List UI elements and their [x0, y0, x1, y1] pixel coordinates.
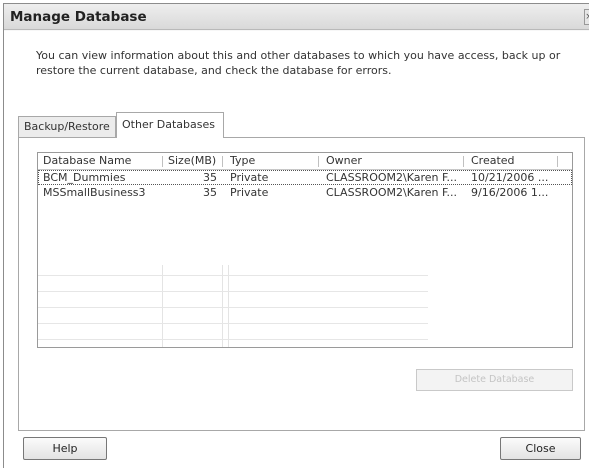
description-text: You can view information about this and … [36, 49, 561, 77]
help-button[interactable]: Help [23, 437, 107, 460]
column-divider [162, 156, 163, 167]
grid-line [38, 323, 428, 324]
other-databases-panel: Database Name Size(MB) Type Owner Create… [18, 138, 585, 431]
grid-line [38, 275, 428, 276]
column-divider [557, 156, 558, 167]
cell-owner: CLASSROOM2\Karen F... [326, 186, 458, 199]
column-divider [318, 156, 319, 167]
close-icon[interactable]: × [584, 9, 589, 25]
column-header-type[interactable]: Type [230, 153, 290, 168]
grid-line [222, 265, 223, 347]
tab-backup-restore[interactable]: Backup/Restore [18, 116, 116, 138]
column-divider [222, 156, 223, 167]
dialog-title: Manage Database [10, 9, 147, 25]
table-row[interactable]: MSSmallBusiness3 35 Private CLASSROOM2\K… [38, 185, 572, 200]
delete-database-button[interactable]: Delete Database [416, 369, 573, 391]
cell-size: 35 [203, 171, 217, 184]
cell-owner: CLASSROOM2\Karen F... [326, 171, 458, 184]
databases-list[interactable]: Database Name Size(MB) Type Owner Create… [37, 152, 573, 348]
cell-database-name: MSSmallBusiness3 [43, 186, 146, 199]
cell-created: 9/16/2006 1... [471, 186, 549, 199]
cell-database-name: BCM_Dummies [43, 171, 126, 184]
dialog-content: You can view information about this and … [4, 31, 589, 468]
tab-other-databases[interactable]: Other Databases [116, 112, 224, 138]
cell-size: 35 [203, 186, 217, 199]
close-button[interactable]: Close [500, 437, 581, 460]
tab-bar: Backup/Restore Other Databases [18, 108, 585, 138]
column-header-size[interactable]: Size(MB) [168, 153, 218, 168]
cell-type: Private [230, 186, 269, 199]
cell-created: 10/21/2006 ... [471, 171, 549, 184]
title-bar: Manage Database × [4, 4, 589, 30]
grid-line [162, 265, 163, 347]
tab-underline [18, 137, 585, 138]
column-header-database-name[interactable]: Database Name [43, 153, 153, 168]
list-header: Database Name Size(MB) Type Owner Create… [38, 153, 572, 170]
column-divider [463, 156, 464, 167]
column-header-owner[interactable]: Owner [326, 153, 426, 168]
grid-line [228, 265, 229, 347]
table-row[interactable]: BCM_Dummies 35 Private CLASSROOM2\Karen … [38, 170, 572, 185]
column-header-created[interactable]: Created [471, 153, 551, 168]
grid-line [38, 307, 428, 308]
cell-type: Private [230, 171, 269, 184]
grid-line [38, 291, 428, 292]
grid-line [38, 339, 428, 340]
manage-database-dialog: Manage Database × You can view informati… [3, 3, 589, 468]
